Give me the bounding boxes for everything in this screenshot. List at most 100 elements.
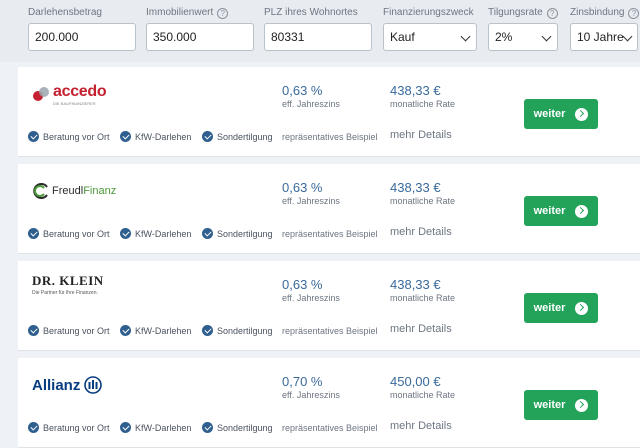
repayment-select[interactable]: 2% (488, 23, 558, 51)
loan-amount-label: Darlehensbetrag (28, 7, 102, 18)
filter-bar: Darlehensbetrag 200.000 Immobilienwert ?… (0, 0, 640, 62)
purpose-select[interactable]: Kauf (383, 23, 477, 51)
accedo-logo-icon (33, 87, 49, 101)
check-icon (120, 325, 131, 336)
interest-rate-label: eff. Jahreszins (282, 196, 340, 206)
continue-button[interactable]: weiter (524, 390, 598, 420)
check-icon (28, 228, 39, 239)
feature-item: Sondertilgung (202, 422, 273, 433)
feature-item: Sondertilgung (202, 325, 273, 336)
feature-item: KfW-Darlehen (120, 131, 202, 142)
loan-amount-input[interactable]: 200.000 (28, 23, 136, 51)
feature-item: Sondertilgung (202, 131, 273, 142)
property-value-group: Immobilienwert ? 350.000 (146, 6, 254, 51)
arrow-right-icon (575, 301, 589, 315)
property-value-label: Immobilienwert (146, 7, 214, 18)
fixed-term-value: 10 Jahre (577, 30, 624, 44)
provider-tagline: Die Partner für Ihre Finanzen. (32, 290, 98, 296)
monthly-payment-label: monatliche Rate (390, 196, 456, 206)
provider-tagline: DIE BAUFINANZIERER (53, 100, 96, 106)
provider-logo: FreudlFinanz (32, 178, 116, 204)
provider-name: Allianz (32, 376, 81, 394)
freudl-logo-icon (33, 183, 48, 199)
check-icon (120, 228, 131, 239)
monthly-payment: 438,33 € (390, 180, 441, 195)
offer-card: accedo DIE BAUFINANZIERER Beratung vor O… (18, 67, 640, 157)
feature-list: Beratung vor Ort KfW-Darlehen Sondertilg… (28, 131, 273, 142)
fixed-term-group: Zinsbindung ? 10 Jahre (570, 6, 640, 51)
interest-rate-label: eff. Jahreszins (282, 99, 340, 109)
feature-list: Beratung vor Ort KfW-Darlehen Sondertilg… (28, 325, 273, 336)
sample-note: repräsentatives Beispiel (282, 326, 378, 336)
provider-logo: DR. KLEIN Die Partner für Ihre Finanzen. (32, 273, 104, 299)
monthly-payment: 450,00 € (390, 374, 441, 389)
zip-input[interactable]: 80331 (264, 23, 372, 51)
arrow-right-icon (575, 398, 589, 412)
arrow-right-icon (575, 107, 589, 121)
monthly-payment-label: monatliche Rate (390, 390, 456, 400)
purpose-label: Finanzierungszweck (383, 7, 474, 18)
provider-logo: accedo DIE BAUFINANZIERER (32, 81, 107, 107)
property-value-input[interactable]: 350.000 (146, 23, 254, 51)
monthly-payment: 438,33 € (390, 83, 441, 98)
feature-item: KfW-Darlehen (120, 422, 202, 433)
feature-item: Beratung vor Ort (28, 131, 120, 142)
continue-button[interactable]: weiter (524, 99, 598, 129)
arrow-right-icon (575, 204, 589, 218)
feature-item: KfW-Darlehen (120, 228, 202, 239)
check-icon (28, 422, 39, 433)
zip-group: PLZ ihres Wohnortes 80331 (264, 6, 372, 51)
interest-rate: 0,63 % (282, 83, 323, 98)
feature-item: Beratung vor Ort (28, 325, 120, 336)
offer-card: DR. KLEIN Die Partner für Ihre Finanzen.… (18, 261, 640, 351)
feature-item: KfW-Darlehen (120, 325, 202, 336)
help-icon[interactable]: ? (628, 7, 640, 19)
sample-note: repräsentatives Beispiel (282, 229, 378, 239)
zip-label: PLZ ihres Wohnortes (264, 7, 358, 18)
monthly-payment-label: monatliche Rate (390, 293, 456, 303)
check-icon (28, 131, 39, 142)
interest-rate-label: eff. Jahreszins (282, 293, 340, 303)
more-details-link[interactable]: mehr Details (390, 323, 452, 335)
purpose-group: Finanzierungszweck Kauf (383, 6, 477, 51)
repayment-label: Tilgungsrate (488, 7, 543, 18)
more-details-link[interactable]: mehr Details (390, 129, 452, 141)
check-icon (202, 422, 213, 433)
provider-name: accedo (53, 82, 107, 100)
more-details-link[interactable]: mehr Details (390, 420, 452, 432)
interest-rate: 0,70 % (282, 374, 323, 389)
feature-item: Beratung vor Ort (28, 422, 120, 433)
provider-name: DR. KLEIN (32, 273, 104, 288)
chevron-down-icon (460, 31, 471, 42)
interest-rate: 0,63 % (282, 180, 323, 195)
feature-list: Beratung vor Ort KfW-Darlehen Sondertilg… (28, 422, 273, 433)
sample-note: repräsentatives Beispiel (282, 423, 378, 433)
repayment-value: 2% (495, 30, 513, 44)
fixed-term-label: Zinsbindung (570, 7, 625, 18)
offer-card: Allianz Beratung vor Ort KfW-Darlehen So… (18, 358, 640, 448)
allianz-logo-icon (84, 376, 103, 394)
continue-button[interactable]: weiter (524, 196, 598, 226)
continue-button[interactable]: weiter (524, 293, 598, 323)
fixed-term-select[interactable]: 10 Jahre (570, 23, 638, 51)
monthly-payment: 438,33 € (390, 277, 441, 292)
provider-name-part: Freudl (52, 185, 84, 197)
help-icon[interactable]: ? (217, 7, 229, 19)
feature-item: Beratung vor Ort (28, 228, 120, 239)
more-details-link[interactable]: mehr Details (390, 226, 452, 238)
repayment-group: Tilgungsrate ? 2% (488, 6, 558, 51)
chevron-down-icon (622, 31, 633, 42)
purpose-value: Kauf (390, 30, 415, 44)
feature-item: Sondertilgung (202, 228, 273, 239)
interest-rate: 0,63 % (282, 277, 323, 292)
check-icon (202, 325, 213, 336)
check-icon (28, 325, 39, 336)
help-icon[interactable]: ? (546, 7, 558, 19)
check-icon (120, 131, 131, 142)
chevron-down-icon (541, 31, 552, 42)
sample-note: repräsentatives Beispiel (282, 132, 378, 142)
loan-comparison-page: Darlehensbetrag 200.000 Immobilienwert ?… (0, 0, 640, 448)
check-icon (120, 422, 131, 433)
check-icon (202, 131, 213, 142)
provider-logo: Allianz (32, 372, 103, 398)
